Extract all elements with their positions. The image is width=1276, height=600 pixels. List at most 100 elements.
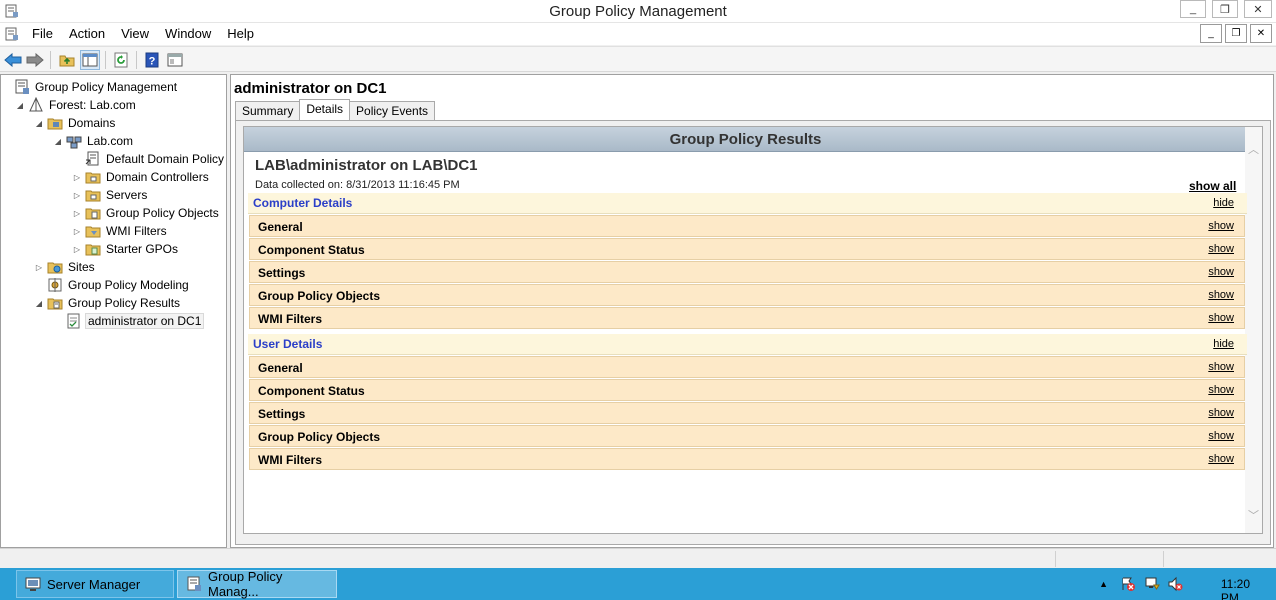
row-show-link[interactable]: show	[1208, 407, 1234, 419]
computer-row-general: General show	[249, 215, 1245, 237]
expander-icon[interactable]: ▷	[72, 190, 82, 200]
server-manager-icon	[25, 576, 41, 592]
taskbar-gpm-label: Group Policy Manag...	[208, 569, 283, 599]
tree-item-group-policy-modeling[interactable]: Group Policy Modeling	[34, 276, 191, 294]
close-button[interactable]: ✕	[1244, 0, 1272, 18]
computer-row-wmi-filters: WMI Filters show	[249, 307, 1245, 329]
up-folder-icon[interactable]	[57, 50, 77, 70]
row-label: Component Status	[258, 384, 365, 398]
menu-help[interactable]: Help	[219, 26, 262, 42]
user-details-section: User Details hide	[248, 334, 1247, 355]
menu-window[interactable]: Window	[157, 26, 219, 42]
console-tree: Group Policy Management ◢ Forest: Lab.com ◢…	[0, 74, 227, 548]
row-show-link[interactable]: show	[1208, 220, 1234, 232]
tree-item-servers[interactable]: ▷ Servers	[72, 186, 149, 204]
restore-button[interactable]: ❐	[1212, 0, 1238, 18]
ou-folder-icon	[85, 169, 101, 185]
expander-icon[interactable]: ▷	[72, 226, 82, 236]
results-pane: administrator on DC1 Summary Details Pol…	[230, 74, 1274, 548]
report-scrollbar[interactable]: ︿ ﹀	[1245, 127, 1262, 533]
title-bar: Group Policy Management _ ❐ ✕	[0, 0, 1276, 23]
tree-item-gpm-root[interactable]: Group Policy Management	[1, 78, 179, 96]
forward-arrow-icon[interactable]	[25, 50, 45, 70]
expander-icon[interactable]: ◢	[53, 136, 63, 146]
user-details-hide-link[interactable]: hide	[1213, 338, 1234, 350]
tab-details[interactable]: Details	[299, 99, 351, 120]
tree-item-starter-gpos[interactable]: ▷ Starter GPOs	[72, 240, 180, 258]
row-show-link[interactable]: show	[1208, 266, 1234, 278]
show-hide-tree-icon[interactable]	[80, 50, 100, 70]
scroll-up-icon[interactable]: ︿	[1248, 141, 1259, 157]
minimize-button[interactable]: _	[1180, 0, 1206, 18]
tree-item-label: Domain Controllers	[106, 170, 209, 184]
taskbar-clock[interactable]: 11:20 PM	[1221, 577, 1250, 600]
tree-item-label: Default Domain Policy	[106, 152, 225, 166]
expander-icon[interactable]: ▷	[72, 172, 82, 182]
row-label: Settings	[258, 407, 306, 421]
row-show-link[interactable]: show	[1208, 289, 1234, 301]
starter-folder-icon	[85, 241, 101, 257]
mdi-close-button[interactable]: ✕	[1250, 24, 1272, 43]
sites-folder-icon	[47, 259, 63, 275]
scroll-down-icon[interactable]: ﹀	[1248, 507, 1259, 523]
row-show-link[interactable]: show	[1208, 384, 1234, 396]
tree-item-administrator-on-dc1[interactable]: administrator on DC1	[53, 312, 205, 330]
expander-icon[interactable]: ◢	[15, 100, 25, 110]
show-all-link[interactable]: show all	[1189, 179, 1236, 193]
mdi-minimize-button[interactable]: _	[1200, 24, 1222, 43]
expander-icon[interactable]: ▷	[72, 244, 82, 254]
network-icon[interactable]	[1144, 576, 1160, 595]
computer-details-title[interactable]: Computer Details	[253, 196, 352, 210]
back-arrow-icon[interactable]	[3, 50, 23, 70]
user-details-title[interactable]: User Details	[253, 337, 322, 351]
results-folder-icon	[47, 295, 63, 311]
tree-item-label: Lab.com	[87, 134, 134, 148]
refresh-icon[interactable]	[111, 50, 131, 70]
tree-item-wmi-filters[interactable]: ▷ WMI Filters	[72, 222, 169, 240]
tree-item-domains[interactable]: ◢ Domains	[34, 114, 117, 132]
action-center-icon[interactable]	[1120, 576, 1136, 595]
gpm-icon	[186, 576, 202, 592]
row-show-link[interactable]: show	[1208, 430, 1234, 442]
row-label: WMI Filters	[258, 453, 323, 467]
menu-file[interactable]: File	[24, 26, 61, 42]
user-row-settings: Settings show	[249, 402, 1245, 424]
user-row-general: General show	[249, 356, 1245, 378]
tree-item-domain-controllers[interactable]: ▷ Domain Controllers	[72, 168, 211, 186]
gpm-icon	[14, 79, 30, 95]
report-title: Group Policy Results	[244, 127, 1247, 152]
tab-policy-events[interactable]: Policy Events	[349, 101, 436, 120]
tree-item-forest[interactable]: ◢ Forest: Lab.com	[15, 96, 138, 114]
menu-view[interactable]: View	[113, 26, 157, 42]
taskbar-group-policy-management[interactable]: Group Policy Manag...	[177, 569, 337, 599]
status-bar	[0, 548, 1276, 568]
row-show-link[interactable]: show	[1208, 243, 1234, 255]
help-icon[interactable]: ?	[142, 50, 162, 70]
forest-icon	[28, 97, 44, 113]
row-show-link[interactable]: show	[1208, 312, 1234, 324]
menu-action[interactable]: Action	[61, 26, 113, 42]
taskbar-server-manager[interactable]: Server Manager	[16, 570, 174, 598]
expander-icon[interactable]: ▷	[34, 262, 44, 272]
tree-item-lab-com[interactable]: ◢ Lab.com	[53, 132, 135, 150]
properties-icon[interactable]	[165, 50, 185, 70]
tab-summary[interactable]: Summary	[235, 101, 301, 120]
tree-item-sites[interactable]: ▷ Sites	[34, 258, 97, 276]
expander-icon[interactable]: ▷	[72, 208, 82, 218]
mmc-doc-icon[interactable]	[4, 26, 20, 42]
tree-item-label: Group Policy Objects	[106, 206, 219, 220]
tree-item-group-policy-results[interactable]: ◢ Group Policy Results	[34, 294, 182, 312]
computer-details-hide-link[interactable]: hide	[1213, 197, 1234, 209]
row-show-link[interactable]: show	[1208, 361, 1234, 373]
row-show-link[interactable]: show	[1208, 453, 1234, 465]
window-title: Group Policy Management	[549, 3, 727, 20]
expander-icon[interactable]: ◢	[34, 298, 44, 308]
row-label: WMI Filters	[258, 312, 323, 326]
volume-icon[interactable]	[1167, 576, 1183, 595]
tree-item-default-domain-policy[interactable]: Default Domain Policy	[72, 150, 226, 168]
tree-item-group-policy-objects[interactable]: ▷ Group Policy Objects	[72, 204, 221, 222]
mdi-restore-button[interactable]: ❐	[1225, 24, 1247, 43]
tray-expand-icon[interactable]: ▲	[1099, 579, 1108, 589]
expander-icon[interactable]: ◢	[34, 118, 44, 128]
